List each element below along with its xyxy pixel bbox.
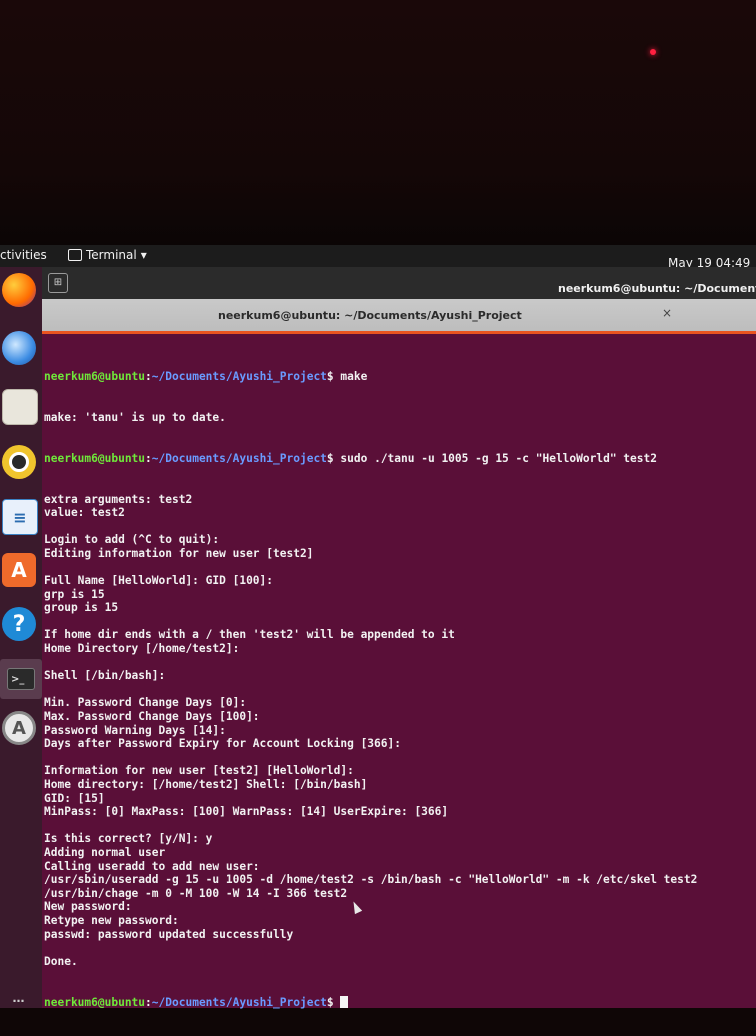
software-updater-icon[interactable]: A — [2, 711, 36, 745]
terminal-output[interactable]: neerkum6@ubuntu:~/Documents/Ayushi_Proje… — [44, 343, 752, 1008]
terminal-line: Information for new user [test2] [HelloW… — [44, 764, 354, 778]
terminal-line: Shell [/bin/bash]: — [44, 669, 166, 683]
rhythmbox-disc — [9, 452, 29, 472]
terminal-line: neerkum6@ubuntu:~/Documents/Ayushi_Proje… — [44, 995, 752, 1010]
terminal-line: Max. Password Change Days [100]: — [44, 710, 260, 724]
command-text: make — [333, 370, 368, 384]
close-icon[interactable]: × — [662, 306, 672, 320]
software-center-icon[interactable]: A — [2, 553, 36, 587]
terminal-line: group is 15 — [44, 601, 119, 615]
terminal-line: /usr/bin/chage -m 0 -M 100 -W 14 -I 366 … — [44, 886, 348, 900]
text-cursor — [340, 995, 349, 1008]
terminal-line: Password Warning Days [14]: — [44, 723, 226, 737]
prompt-user: neerkum6@ubuntu — [44, 995, 146, 1009]
room-background — [0, 0, 756, 245]
prompt-path: ~/Documents/Ayushi_Project — [151, 995, 327, 1009]
terminal-line: neerkum6@ubuntu:~/Documents/Ayushi_Proje… — [44, 370, 368, 384]
terminal-line: make: 'tanu' is up to date. — [44, 410, 226, 424]
terminal-line: GID: [15] — [44, 791, 105, 805]
prompt-user: neerkum6@ubuntu — [44, 451, 146, 465]
terminal-line: neerkum6@ubuntu:~/Documents/Ayushi_Proje… — [44, 451, 657, 465]
app-menu[interactable]: Terminal ▾ — [68, 248, 147, 262]
terminal-line: value: test2 — [44, 506, 125, 520]
terminal-line: Full Name [HelloWorld]: GID [100]: — [44, 574, 274, 588]
terminal-icon: >_ — [7, 668, 35, 690]
help-icon[interactable]: ? — [2, 607, 36, 641]
ubuntu-screen: ctivities Terminal ▾ May 19 04:49 ≡ A ? … — [0, 245, 756, 1009]
terminal-line: Days after Password Expiry for Account L… — [44, 737, 401, 751]
terminal-line: MinPass: [0] MaxPass: [100] WarnPass: [1… — [44, 805, 449, 819]
prompt-path: ~/Documents/Ayushi_Project — [151, 451, 327, 465]
monitor-power-led — [650, 49, 656, 55]
prompt-user: neerkum6@ubuntu — [44, 370, 146, 384]
window-header: ⊞ neerkum6@ubuntu: ~/Documents — [42, 267, 756, 299]
terminal-line: Retype new password: — [44, 913, 179, 927]
terminal-line: Calling useradd to add new user: — [44, 859, 260, 873]
thunderbird-icon[interactable] — [2, 331, 36, 365]
terminal-line: Login to add (^C to quit): — [44, 533, 220, 547]
terminal-line: Adding normal user — [44, 845, 166, 859]
new-tab-icon[interactable]: ⊞ — [48, 273, 68, 293]
firefox-icon[interactable] — [2, 273, 36, 307]
prompt-dollar: $ — [326, 995, 334, 1009]
top-bar: ctivities Terminal ▾ May 19 04:49 — [0, 245, 756, 270]
terminal-line: New password: — [44, 900, 132, 914]
app-menu-label: Terminal — [86, 248, 137, 262]
rhythmbox-icon[interactable] — [2, 445, 36, 479]
terminal-line: grp is 15 — [44, 587, 105, 601]
files-icon[interactable] — [2, 389, 38, 425]
prompt-dollar: $ — [326, 370, 334, 384]
terminal-line: Is this correct? [y/N]: y — [44, 832, 213, 846]
show-applications-icon[interactable]: ⋯ — [2, 994, 36, 1008]
terminal-app-icon — [68, 249, 82, 261]
terminal-line: Home directory: [/home/test2] Shell: [/b… — [44, 778, 368, 791]
dock: ≡ A ? >_ A ⋯ — [0, 267, 42, 1008]
terminal-line: Min. Password Change Days [0]: — [44, 696, 247, 710]
terminal-line: /usr/sbin/useradd -g 15 -u 1005 -d /home… — [44, 873, 698, 887]
terminal-line: passwd: password updated successfully — [44, 927, 294, 941]
output-lines: extra arguments: test2 value: test2 Login … — [44, 493, 752, 969]
prompt-dollar: $ — [326, 451, 334, 465]
terminal-dock-icon[interactable]: >_ — [0, 659, 42, 699]
terminal-line: Done. — [44, 954, 78, 968]
activities-button[interactable]: ctivities — [0, 248, 47, 262]
window-title: neerkum6@ubuntu: ~/Documents — [558, 282, 756, 295]
tab-settings[interactable]: neerkum6@ubuntu: ~/Documents/Ayushi_Proj… — [218, 309, 522, 322]
command-text: sudo ./tanu -u 1005 -g 15 -c "HelloWorld… — [333, 451, 657, 465]
terminal-line: Editing information for new user [test2] — [44, 546, 314, 560]
writer-icon[interactable]: ≡ — [2, 499, 38, 535]
terminal-line: Home Directory [/home/test2]: — [44, 642, 240, 656]
terminal-window: ⊞ neerkum6@ubuntu: ~/Documents neerkum6@… — [42, 267, 756, 1009]
terminal-line: extra arguments: test2 — [44, 492, 193, 506]
terminal-line: If home dir ends with a / then 'test2' w… — [44, 628, 455, 642]
tab-bar: neerkum6@ubuntu: ~/Documents/Ayushi_Proj… — [42, 299, 756, 334]
prompt-path: ~/Documents/Ayushi_Project — [151, 370, 327, 384]
chevron-down-icon: ▾ — [140, 248, 147, 262]
